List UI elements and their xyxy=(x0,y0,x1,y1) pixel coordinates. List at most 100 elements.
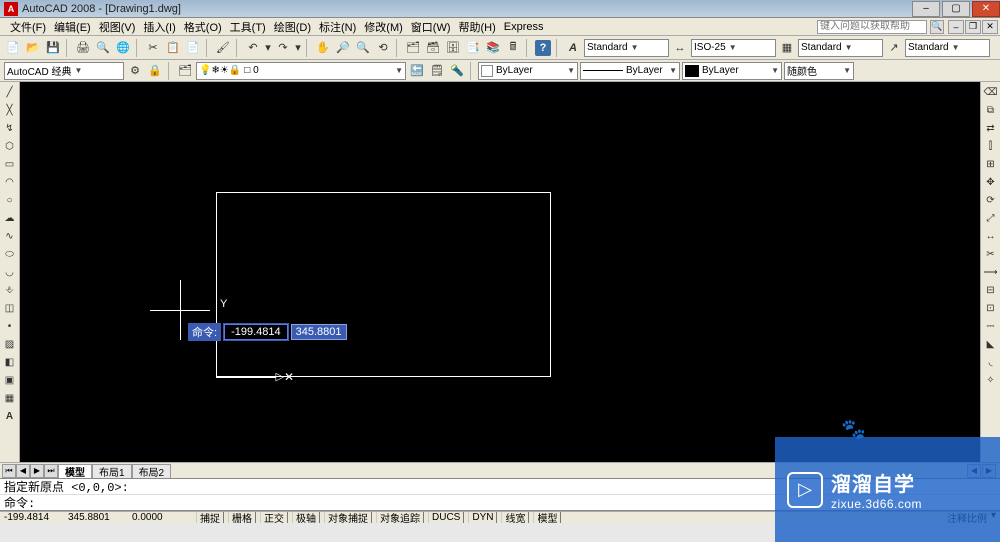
maximize-button[interactable]: ▢ xyxy=(942,1,970,17)
doc-minimize-button[interactable]: – xyxy=(948,20,964,34)
undo-icon[interactable]: ↶ xyxy=(244,39,262,57)
undo-caret-icon[interactable]: ▾ xyxy=(264,39,272,57)
break2-icon[interactable]: ⊡ xyxy=(983,300,999,316)
paste-icon[interactable]: 📄 xyxy=(184,39,202,57)
mleader-style-dropdown[interactable]: Standard▼ xyxy=(905,39,990,57)
dyn-y-input[interactable]: 345.8801 xyxy=(291,324,347,340)
table-style-dropdown[interactable]: Standard▼ xyxy=(798,39,883,57)
properties-icon[interactable]: 🗂 xyxy=(404,39,422,57)
polar-toggle[interactable]: 极轴 xyxy=(292,511,320,523)
tab-prev-icon[interactable]: ◀ xyxy=(16,464,30,478)
array-icon[interactable]: ⊞ xyxy=(983,156,999,172)
preview-icon[interactable]: 🔍 xyxy=(94,39,112,57)
mirror-icon[interactable]: ⇄ xyxy=(983,120,999,136)
linetype-dropdown[interactable]: ByLayer▼ xyxy=(580,62,680,80)
explode-icon[interactable]: ✧ xyxy=(983,372,999,388)
layer-prev-icon[interactable]: 🔙 xyxy=(408,62,426,80)
region-icon[interactable]: ▣ xyxy=(2,372,18,388)
publish-icon[interactable]: 🌐 xyxy=(114,39,132,57)
zoom-prev-icon[interactable]: ⟲ xyxy=(374,39,392,57)
gradient-icon[interactable]: ◧ xyxy=(2,354,18,370)
tab-next-icon[interactable]: ▶ xyxy=(30,464,44,478)
trim-icon[interactable]: ✂ xyxy=(983,246,999,262)
fillet-icon[interactable]: ◟ xyxy=(983,354,999,370)
extend-icon[interactable]: ⟶ xyxy=(983,264,999,280)
revcloud-icon[interactable]: ☁ xyxy=(2,210,18,226)
rotate-icon[interactable]: ⟳ xyxy=(983,192,999,208)
spline-icon[interactable]: ∿ xyxy=(2,228,18,244)
markup-icon[interactable]: 📑 xyxy=(464,39,482,57)
block-icon[interactable]: ◫ xyxy=(2,300,18,316)
chamfer-icon[interactable]: ◣ xyxy=(983,336,999,352)
textstyle-icon[interactable]: A xyxy=(564,39,582,57)
layer-dropdown[interactable]: 💡❄☀🔒 □ 0▼ xyxy=(196,62,406,80)
layer-manager-icon[interactable]: 🗂 xyxy=(176,62,194,80)
menu-dim[interactable]: 标注(N) xyxy=(315,19,360,35)
dcenter-icon[interactable]: 🗃 xyxy=(424,39,442,57)
menu-file[interactable]: 文件(F) xyxy=(6,19,50,35)
minimize-button[interactable]: – xyxy=(912,1,940,17)
point-icon[interactable]: • xyxy=(2,318,18,334)
plot-icon[interactable]: 🖨 xyxy=(74,39,92,57)
menu-tools[interactable]: 工具(T) xyxy=(226,19,270,35)
lineweight-dropdown[interactable]: ByLayer▼ xyxy=(682,62,782,80)
plot-style-dropdown[interactable]: 随颜色▼ xyxy=(784,62,854,80)
arc-icon[interactable]: ◠ xyxy=(2,174,18,190)
menu-modify[interactable]: 修改(M) xyxy=(360,19,407,35)
hatch-icon[interactable]: ▨ xyxy=(2,336,18,352)
doc-close-button[interactable]: ✕ xyxy=(982,20,998,34)
menu-help[interactable]: 帮助(H) xyxy=(455,19,500,35)
mtext-icon[interactable]: A xyxy=(2,408,18,424)
tab-layout1[interactable]: 布局1 xyxy=(92,464,132,478)
mleaderstyle-icon[interactable]: ↗ xyxy=(885,39,903,57)
layer-states-icon[interactable]: 🗒 xyxy=(428,62,446,80)
redo-icon[interactable]: ↷ xyxy=(274,39,292,57)
ducs-toggle[interactable]: DUCS xyxy=(428,511,464,523)
stretch-icon[interactable]: ↔ xyxy=(983,228,999,244)
menu-format[interactable]: 格式(O) xyxy=(180,19,226,35)
tablestyle-icon[interactable]: ▦ xyxy=(778,39,796,57)
cut-icon[interactable]: ✂ xyxy=(144,39,162,57)
color-dropdown[interactable]: ByLayer▼ xyxy=(478,62,578,80)
drawing-canvas[interactable]: Y ✕ 命令: -199.4814 345.8801 🐾 xyxy=(20,82,980,462)
text-style-dropdown[interactable]: Standard▼ xyxy=(584,39,669,57)
copy-obj-icon[interactable]: ⧉ xyxy=(983,102,999,118)
tab-model[interactable]: 模型 xyxy=(58,464,92,478)
offset-icon[interactable]: ⫿ xyxy=(983,138,999,154)
model-toggle[interactable]: 模型 xyxy=(533,511,561,523)
tab-layout2[interactable]: 布局2 xyxy=(132,464,172,478)
menu-insert[interactable]: 插入(I) xyxy=(139,19,179,35)
matchprop-icon[interactable]: 🖌 xyxy=(214,39,232,57)
new-icon[interactable]: 📄 xyxy=(4,39,22,57)
copy-icon[interactable]: 📋 xyxy=(164,39,182,57)
redo-caret-icon[interactable]: ▾ xyxy=(294,39,302,57)
help-search-input[interactable] xyxy=(817,20,927,34)
workspace-lock-icon[interactable]: 🔒 xyxy=(146,62,164,80)
help-icon[interactable]: ? xyxy=(534,39,552,57)
workspace-settings-icon[interactable]: ⚙ xyxy=(126,62,144,80)
grid-toggle[interactable]: 栅格 xyxy=(228,511,256,523)
open-icon[interactable]: 📂 xyxy=(24,39,42,57)
otrack-toggle[interactable]: 对象追踪 xyxy=(376,511,424,523)
zoom-rt-icon[interactable]: 🔎 xyxy=(334,39,352,57)
menu-draw[interactable]: 绘图(D) xyxy=(270,19,315,35)
dim-style-dropdown[interactable]: ISO-25▼ xyxy=(691,39,776,57)
dimstyle-icon[interactable]: ↔ xyxy=(671,39,689,57)
dyn-x-input[interactable]: -199.4814 xyxy=(224,324,288,340)
ellipsearc-icon[interactable]: ◡ xyxy=(2,264,18,280)
pan-icon[interactable]: ✋ xyxy=(314,39,332,57)
osnap-toggle[interactable]: 对象捕捉 xyxy=(324,511,372,523)
menu-window[interactable]: 窗口(W) xyxy=(407,19,455,35)
calc-icon[interactable]: 🖩 xyxy=(504,39,522,57)
xline-icon[interactable]: ╳ xyxy=(2,102,18,118)
rectangle-icon[interactable]: ▭ xyxy=(2,156,18,172)
help-search-button[interactable]: 🔍 xyxy=(930,20,944,34)
ellipse-icon[interactable]: ⬭ xyxy=(2,246,18,262)
doc-restore-button[interactable]: ❐ xyxy=(965,20,981,34)
sheetset-icon[interactable]: 📚 xyxy=(484,39,502,57)
scale-icon[interactable]: ⤢ xyxy=(983,210,999,226)
insert-icon[interactable]: ⎀ xyxy=(2,282,18,298)
pline-icon[interactable]: ↯ xyxy=(2,120,18,136)
tab-last-icon[interactable]: ⏭ xyxy=(44,464,58,478)
lwt-toggle[interactable]: 线宽 xyxy=(501,511,529,523)
